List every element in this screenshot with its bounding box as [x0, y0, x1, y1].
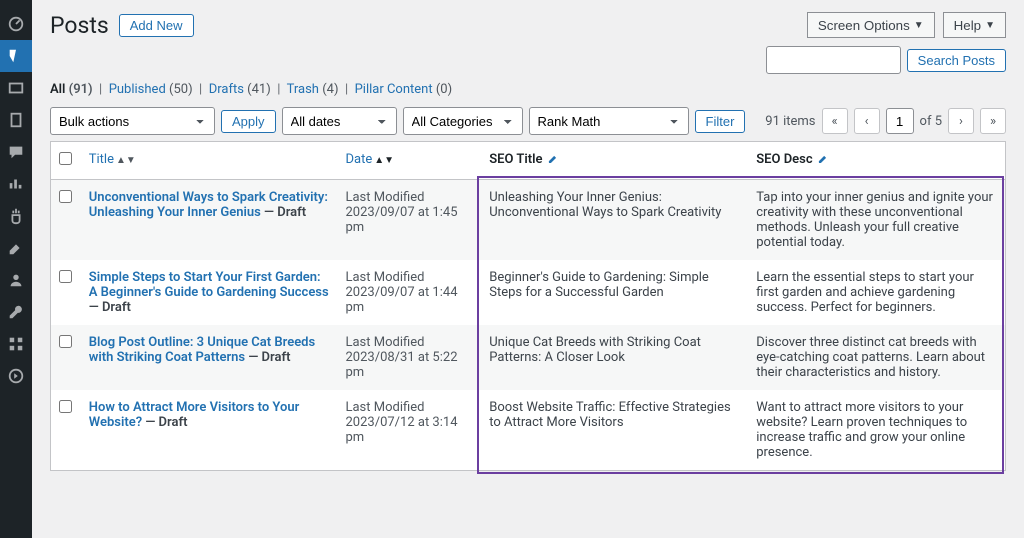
column-seo-desc: SEO Desc [748, 142, 1005, 180]
sidebar-plugins-icon[interactable] [0, 200, 32, 232]
pagination-last[interactable]: » [980, 108, 1006, 134]
table-row: Unconventional Ways to Spark Creativity:… [51, 180, 1005, 260]
filter-drafts[interactable]: Drafts [209, 82, 244, 97]
post-status: — Draft [89, 300, 131, 315]
screen-options-button[interactable]: Screen Options ▼ [807, 12, 935, 38]
select-all-checkbox[interactable] [59, 152, 72, 165]
help-button[interactable]: Help ▼ [943, 12, 1006, 38]
sidebar-tools-icon[interactable] [0, 296, 32, 328]
chevron-down-icon: ▼ [914, 20, 924, 31]
pencil-icon[interactable] [547, 152, 560, 165]
post-seo-desc: Tap into your inner genius and ignite yo… [748, 180, 1005, 260]
sort-icon: ▲▼ [116, 155, 136, 166]
post-seo-title: Beginner's Guide to Gardening: Simple St… [481, 260, 748, 325]
rankmath-filter-select[interactable]: Rank Math [529, 107, 689, 135]
post-date: Last Modified2023/09/07 at 1:44 pm [337, 260, 481, 325]
table-row: Blog Post Outline: 3 Unique Cat Breeds w… [51, 325, 1005, 390]
post-date: Last Modified2023/07/12 at 3:14 pm [337, 390, 481, 470]
pagination-first[interactable]: « [822, 108, 848, 134]
pagination-current-input[interactable] [886, 108, 914, 134]
post-seo-title: Boost Website Traffic: Effective Strateg… [481, 390, 748, 470]
column-seo-title: SEO Title [481, 142, 748, 180]
filter-trash[interactable]: Trash [287, 82, 319, 97]
page-title: Posts [50, 12, 109, 39]
apply-button[interactable]: Apply [221, 110, 276, 133]
sort-icon: ▲▼ [374, 155, 394, 166]
pagination-count: 91 items [765, 114, 815, 129]
post-seo-desc: Discover three distinct cat breeds with … [748, 325, 1005, 390]
admin-sidebar [0, 0, 32, 538]
sidebar-analytics-icon[interactable] [0, 168, 32, 200]
sidebar-appearance-icon[interactable] [0, 232, 32, 264]
filter-all[interactable]: All (91) [50, 82, 93, 97]
post-status: — Draft [245, 350, 290, 365]
sidebar-posts-icon[interactable] [0, 40, 32, 72]
sidebar-collapse-icon[interactable] [0, 360, 32, 392]
row-checkbox[interactable] [59, 270, 72, 283]
post-seo-title: Unleashing Your Inner Genius: Unconventi… [481, 180, 748, 260]
row-checkbox[interactable] [59, 335, 72, 348]
table-row: Simple Steps to Start Your First Garden:… [51, 260, 1005, 325]
sidebar-pages-icon[interactable] [0, 104, 32, 136]
sidebar-comments-icon[interactable] [0, 136, 32, 168]
search-input[interactable] [766, 46, 901, 74]
post-date: Last Modified2023/09/07 at 1:45 pm [337, 180, 481, 260]
post-title-link[interactable]: Simple Steps to Start Your First Garden:… [89, 270, 329, 300]
add-new-button[interactable]: Add New [119, 14, 194, 37]
sidebar-users-icon[interactable] [0, 264, 32, 296]
post-seo-desc: Learn the essential steps to start your … [748, 260, 1005, 325]
category-filter-select[interactable]: All Categories [403, 107, 523, 135]
row-checkbox[interactable] [59, 190, 72, 203]
posts-table: Title▲▼ Date▲▼ SEO Title SEO Desc Unconv… [50, 141, 1006, 471]
pencil-icon[interactable] [817, 152, 830, 165]
search-posts-button[interactable]: Search Posts [907, 49, 1006, 72]
row-checkbox[interactable] [59, 400, 72, 413]
column-title[interactable]: Title▲▼ [81, 142, 338, 180]
filter-pillar[interactable]: Pillar Content [355, 82, 433, 97]
column-date[interactable]: Date▲▼ [337, 142, 481, 180]
pagination: 91 items « ‹ of 5 › » [765, 108, 1006, 134]
sidebar-settings-icon[interactable] [0, 328, 32, 360]
pagination-prev[interactable]: ‹ [854, 108, 880, 134]
post-status: — Draft [261, 205, 306, 220]
post-seo-title: Unique Cat Breeds with Striking Coat Pat… [481, 325, 748, 390]
sidebar-dashboard-icon[interactable] [0, 8, 32, 40]
chevron-down-icon: ▼ [985, 20, 995, 31]
post-title-link[interactable]: How to Attract More Visitors to Your Web… [89, 400, 300, 430]
main-content: Posts Add New Screen Options ▼ Help ▼ Se… [32, 0, 1024, 538]
table-row: How to Attract More Visitors to Your Web… [51, 390, 1005, 470]
pagination-next[interactable]: › [948, 108, 974, 134]
filter-button[interactable]: Filter [695, 110, 746, 133]
date-filter-select[interactable]: All dates [282, 107, 397, 135]
sidebar-media-icon[interactable] [0, 72, 32, 104]
post-status-filters: All (91) | Published (50) | Drafts (41) … [50, 82, 1006, 97]
post-seo-desc: Want to attract more visitors to your we… [748, 390, 1005, 470]
pagination-total: of 5 [920, 114, 942, 129]
post-date: Last Modified2023/08/31 at 5:22 pm [337, 325, 481, 390]
post-status: — Draft [142, 415, 187, 430]
filter-published[interactable]: Published [109, 82, 166, 97]
bulk-actions-select[interactable]: Bulk actions [50, 107, 215, 135]
